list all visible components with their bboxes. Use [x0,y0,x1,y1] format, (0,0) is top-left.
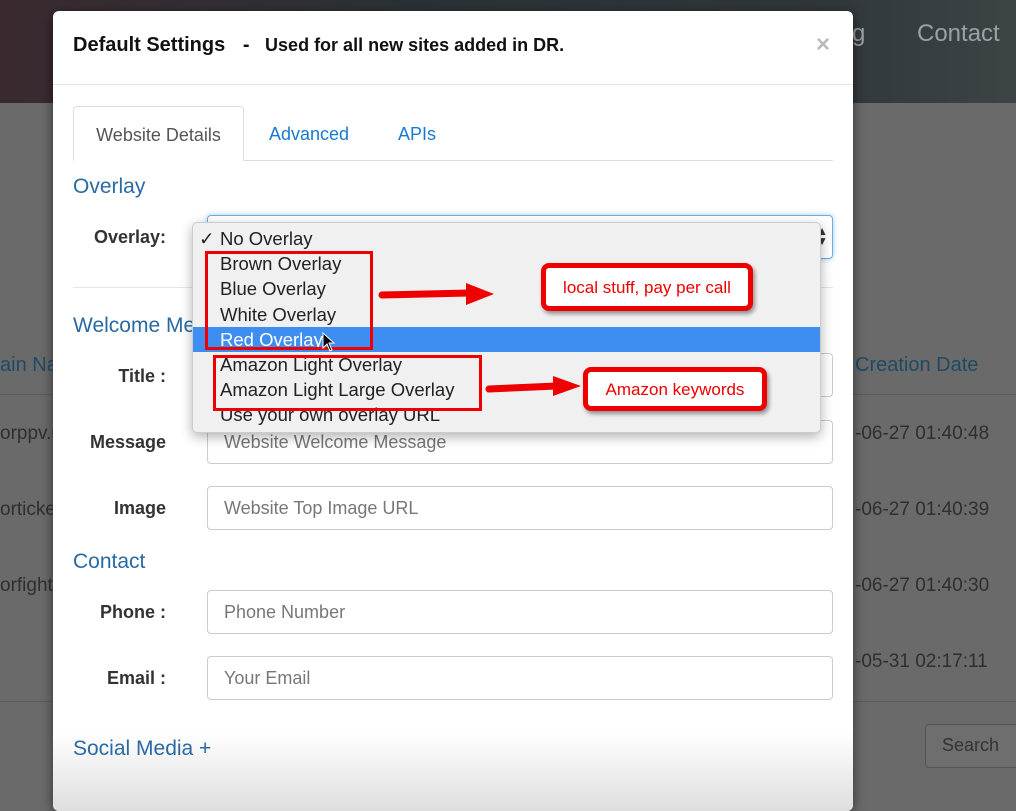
table-cell-date: -06-27 01:40:30 [855,575,990,596]
modal-subtitle: Used for all new sites added in DR. [265,35,565,55]
table-cell-domain: orfight. [0,575,59,596]
title-label: Title : [118,366,166,386]
social-media-toggle[interactable]: Social Media + [73,737,211,761]
mouse-cursor-icon [322,332,336,352]
email-input[interactable]: Your Email [207,656,833,700]
phone-label: Phone : [100,602,166,622]
overlay-label: Overlay: [93,227,166,247]
tab-website-details[interactable]: Website Details [73,106,244,161]
nav-contact[interactable]: Contact [917,20,1000,48]
modal-title: Default Settings - Used for all new site… [73,34,564,57]
callout-local-stuff: local stuff, pay per call [541,263,753,311]
close-icon[interactable]: × [816,31,830,59]
phone-input[interactable]: Phone Number [207,590,833,634]
email-label: Email : [106,668,166,688]
message-label: Message [89,432,166,452]
table-cell-domain: orticke [0,499,56,520]
image-input[interactable]: Website Top Image URL [207,486,833,530]
table-cell-date: -06-27 01:40:48 [855,423,990,444]
table-cell-date: -05-31 02:17:11 [855,651,988,672]
welcome-heading: Welcome Me [73,314,196,337]
annotation-arrow-icon [485,376,581,396]
checkmark-icon: ✓ [199,228,215,249]
title-separator: - [242,34,250,56]
nav-item-partial[interactable]: g [852,20,865,48]
domain-column-header[interactable]: ain Na [0,354,58,377]
modal-title-text: Default Settings [73,34,226,56]
annotation-arrow-icon [378,283,494,305]
contact-heading: Contact [73,550,146,573]
option-no-overlay[interactable]: ✓ No Overlay [193,226,820,251]
tab-advanced[interactable]: Advanced [269,106,349,161]
image-label: Image [113,498,166,518]
table-cell-date: -06-27 01:40:39 [855,499,990,520]
annotation-box-amazon [213,355,482,411]
overlay-heading: Overlay [73,175,146,198]
callout-amazon-keywords: Amazon keywords [583,367,767,411]
annotation-box-local [205,251,373,350]
tab-apis[interactable]: APIs [398,106,436,161]
search-button[interactable]: Search [925,724,1016,768]
creation-date-column-header[interactable]: Creation Date [855,354,978,377]
